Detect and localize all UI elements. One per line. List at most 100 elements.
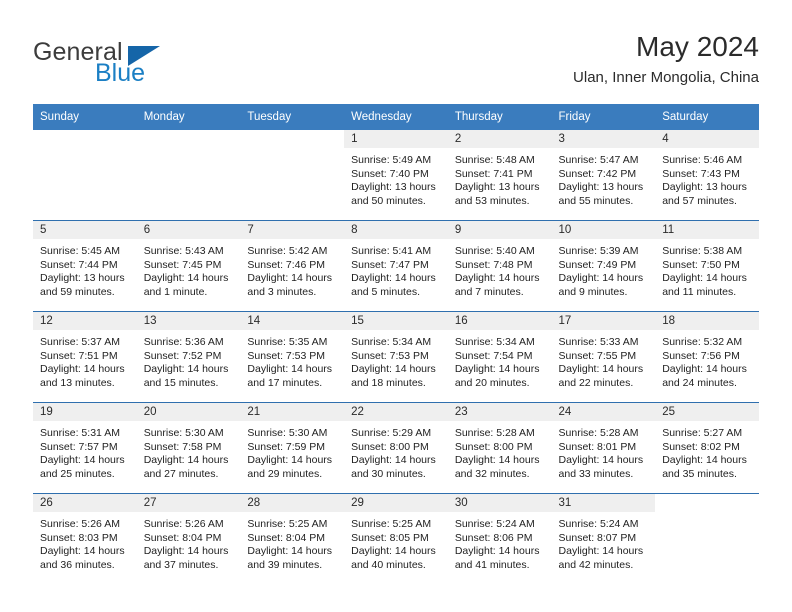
calendar-day-cell-empty (33, 130, 137, 220)
daylight-duration-line2: and 9 minutes. (558, 285, 628, 298)
calendar-day-cell[interactable]: 11 Sunrise: 5:38 AM Sunset: 7:50 PM Dayligh… (655, 221, 759, 311)
calendar-day-cell[interactable]: 7 Sunrise: 5:42 AM Sunset: 7:46 PM Daylight… (240, 221, 345, 311)
sunset-time: Sunset: 7:54 PM (454, 349, 533, 362)
sunset-time: Sunset: 7:55 PM (558, 349, 637, 362)
day-sun-info: Sunrise: 5:24 AM Sunset: 8:06 PM Daylight:… (448, 512, 552, 572)
day-number (33, 130, 137, 148)
day-number: 14 (240, 312, 345, 330)
daylight-duration-line2: and 30 minutes. (351, 467, 426, 480)
day-number: 6 (136, 221, 241, 239)
sunrise-time: Sunrise: 5:26 AM (143, 518, 224, 530)
daylight-duration-line1: Daylight: 14 hours (558, 454, 644, 467)
calendar-day-cell[interactable]: 9 Sunrise: 5:40 AM Sunset: 7:48 PM Daylight… (447, 221, 552, 311)
daylight-duration-line1: Daylight: 13 hours (351, 181, 436, 194)
day-sun-info: Sunrise: 5:32 AM Sunset: 7:56 PM Daylight:… (655, 330, 759, 390)
sunset-time: Sunset: 7:59 PM (247, 440, 326, 453)
calendar-day-cell[interactable]: 5 Sunrise: 5:45 AM Sunset: 7:44 PM Daylight… (33, 221, 137, 311)
calendar-day-cell[interactable]: 23 Sunrise: 5:28 AM Sunset: 8:00 PM Dayligh… (447, 403, 552, 493)
sunrise-time: Sunrise: 5:43 AM (143, 245, 224, 257)
calendar-day-cell[interactable]: 29 Sunrise: 5:25 AM Sunset: 8:05 PM Dayligh… (344, 494, 448, 584)
calendar-day-cell[interactable]: 8 Sunrise: 5:41 AM Sunset: 7:47 PM Daylight… (344, 221, 448, 311)
calendar-day-cell[interactable]: 22 Sunrise: 5:29 AM Sunset: 8:00 PM Dayligh… (344, 403, 448, 493)
daylight-duration-line1: Daylight: 14 hours (143, 272, 229, 285)
daylight-duration-line1: Daylight: 14 hours (558, 545, 644, 558)
sunset-time: Sunset: 8:03 PM (40, 531, 118, 544)
calendar-day-cell[interactable]: 3 Sunrise: 5:47 AM Sunset: 7:42 PM Daylight… (551, 130, 656, 220)
daylight-duration-line1: Daylight: 14 hours (351, 545, 436, 558)
sunset-time: Sunset: 8:00 PM (454, 440, 533, 453)
calendar-day-cell[interactable]: 17 Sunrise: 5:33 AM Sunset: 7:55 PM Dayligh… (551, 312, 656, 402)
day-number: 12 (33, 312, 137, 330)
sunset-time: Sunset: 7:56 PM (662, 349, 740, 362)
day-number: 17 (551, 312, 656, 330)
daylight-duration-line2: and 22 minutes. (558, 376, 634, 389)
sunrise-time: Sunrise: 5:45 AM (40, 245, 120, 257)
day-sun-info: Sunrise: 5:45 AM Sunset: 7:44 PM Daylight:… (33, 239, 137, 299)
calendar-day-cell[interactable]: 26 Sunrise: 5:26 AM Sunset: 8:03 PM Dayligh… (33, 494, 137, 584)
sunrise-time: Sunrise: 5:34 AM (454, 336, 535, 348)
day-number: 3 (551, 130, 656, 148)
sunset-time: Sunset: 8:07 PM (558, 531, 637, 544)
daylight-duration-line1: Daylight: 14 hours (40, 545, 125, 558)
calendar-day-cell[interactable]: 16 Sunrise: 5:34 AM Sunset: 7:54 PM Dayligh… (447, 312, 552, 402)
calendar-day-cell[interactable]: 21 Sunrise: 5:30 AM Sunset: 7:59 PM Dayligh… (240, 403, 345, 493)
calendar-day-cell[interactable]: 27 Sunrise: 5:26 AM Sunset: 8:04 PM Dayligh… (136, 494, 241, 584)
sunset-time: Sunset: 7:51 PM (40, 349, 118, 362)
day-number: 4 (655, 130, 759, 148)
sunrise-time: Sunrise: 5:37 AM (40, 336, 120, 348)
calendar-day-cell[interactable]: 13 Sunrise: 5:36 AM Sunset: 7:52 PM Dayligh… (136, 312, 241, 402)
calendar-day-cell[interactable]: 12 Sunrise: 5:37 AM Sunset: 7:51 PM Dayligh… (33, 312, 137, 402)
calendar-day-cell[interactable]: 19 Sunrise: 5:31 AM Sunset: 7:57 PM Dayligh… (33, 403, 137, 493)
sunrise-time: Sunrise: 5:26 AM (40, 518, 120, 530)
weekday-header-wednesday: Wednesday (351, 111, 412, 123)
sunrise-time: Sunrise: 5:48 AM (454, 154, 535, 166)
sunrise-time: Sunrise: 5:36 AM (143, 336, 224, 348)
day-sun-info: Sunrise: 5:28 AM Sunset: 8:01 PM Daylight:… (552, 421, 656, 481)
calendar-day-cell[interactable]: 20 Sunrise: 5:30 AM Sunset: 7:58 PM Dayligh… (136, 403, 241, 493)
day-sun-info: Sunrise: 5:30 AM Sunset: 7:59 PM Daylight:… (240, 421, 344, 481)
calendar-day-cell[interactable]: 30 Sunrise: 5:24 AM Sunset: 8:06 PM Dayligh… (447, 494, 552, 584)
daylight-duration-line2: and 17 minutes. (247, 376, 323, 389)
calendar-day-cell[interactable]: 6 Sunrise: 5:43 AM Sunset: 7:45 PM Daylight… (136, 221, 241, 311)
calendar-page: General Blue May 2024 Ulan, Inner Mongol… (0, 0, 792, 612)
day-number: 20 (136, 403, 241, 421)
calendar-day-cell[interactable]: 18 Sunrise: 5:32 AM Sunset: 7:56 PM Dayligh… (655, 312, 759, 402)
sunset-time: Sunset: 7:42 PM (558, 167, 637, 180)
daylight-duration-line2: and 13 minutes. (40, 376, 115, 389)
calendar-day-cell[interactable]: 25 Sunrise: 5:27 AM Sunset: 8:02 PM Dayligh… (655, 403, 759, 493)
day-sun-info: Sunrise: 5:25 AM Sunset: 8:04 PM Daylight:… (240, 512, 344, 572)
sunrise-time: Sunrise: 5:33 AM (558, 336, 639, 348)
day-number: 22 (344, 403, 448, 421)
calendar-day-cell[interactable]: 28 Sunrise: 5:25 AM Sunset: 8:04 PM Dayligh… (240, 494, 345, 584)
daylight-duration-line2: and 59 minutes. (40, 285, 115, 298)
calendar-day-cell[interactable]: 10 Sunrise: 5:39 AM Sunset: 7:49 PM Dayligh… (551, 221, 656, 311)
day-sun-info: Sunrise: 5:47 AM Sunset: 7:42 PM Daylight:… (552, 148, 656, 208)
day-sun-info: Sunrise: 5:41 AM Sunset: 7:47 PM Daylight:… (344, 239, 448, 299)
weekday-header-tuesday: Tuesday (247, 111, 292, 123)
calendar-day-cell[interactable]: 24 Sunrise: 5:28 AM Sunset: 8:01 PM Dayligh… (551, 403, 656, 493)
daylight-duration-line2: and 33 minutes. (558, 467, 634, 480)
day-number: 8 (344, 221, 448, 239)
sunset-time: Sunset: 8:00 PM (351, 440, 429, 453)
sunrise-time: Sunrise: 5:46 AM (662, 154, 743, 166)
day-number: 30 (447, 494, 552, 512)
sunset-time: Sunset: 7:46 PM (247, 258, 326, 271)
day-number (655, 494, 759, 512)
calendar-day-cell[interactable]: 2 Sunrise: 5:48 AM Sunset: 7:41 PM Daylight… (447, 130, 552, 220)
daylight-duration-line1: Daylight: 14 hours (662, 272, 747, 285)
day-sun-info: Sunrise: 5:40 AM Sunset: 7:48 PM Daylight:… (448, 239, 552, 299)
calendar-day-cell[interactable]: 31 Sunrise: 5:24 AM Sunset: 8:07 PM Dayligh… (551, 494, 656, 584)
sunrise-time: Sunrise: 5:29 AM (351, 427, 432, 439)
calendar-day-cell[interactable]: 14 Sunrise: 5:35 AM Sunset: 7:53 PM Dayligh… (240, 312, 345, 402)
daylight-duration-line1: Daylight: 14 hours (454, 454, 540, 467)
calendar-day-cell[interactable]: 4 Sunrise: 5:46 AM Sunset: 7:43 PM Daylight… (655, 130, 759, 220)
daylight-duration-line1: Daylight: 13 hours (558, 181, 644, 194)
day-number: 25 (655, 403, 759, 421)
daylight-duration-line1: Daylight: 14 hours (247, 363, 333, 376)
calendar-day-cell[interactable]: 1 Sunrise: 5:49 AM Sunset: 7:40 PM Daylight… (344, 130, 448, 220)
day-number: 9 (447, 221, 552, 239)
daylight-duration-line1: Daylight: 14 hours (247, 545, 333, 558)
brand-logo[interactable]: General Blue (33, 38, 253, 90)
calendar-day-cell[interactable]: 15 Sunrise: 5:34 AM Sunset: 7:53 PM Dayligh… (344, 312, 448, 402)
daylight-duration-line2: and 50 minutes. (351, 194, 426, 207)
